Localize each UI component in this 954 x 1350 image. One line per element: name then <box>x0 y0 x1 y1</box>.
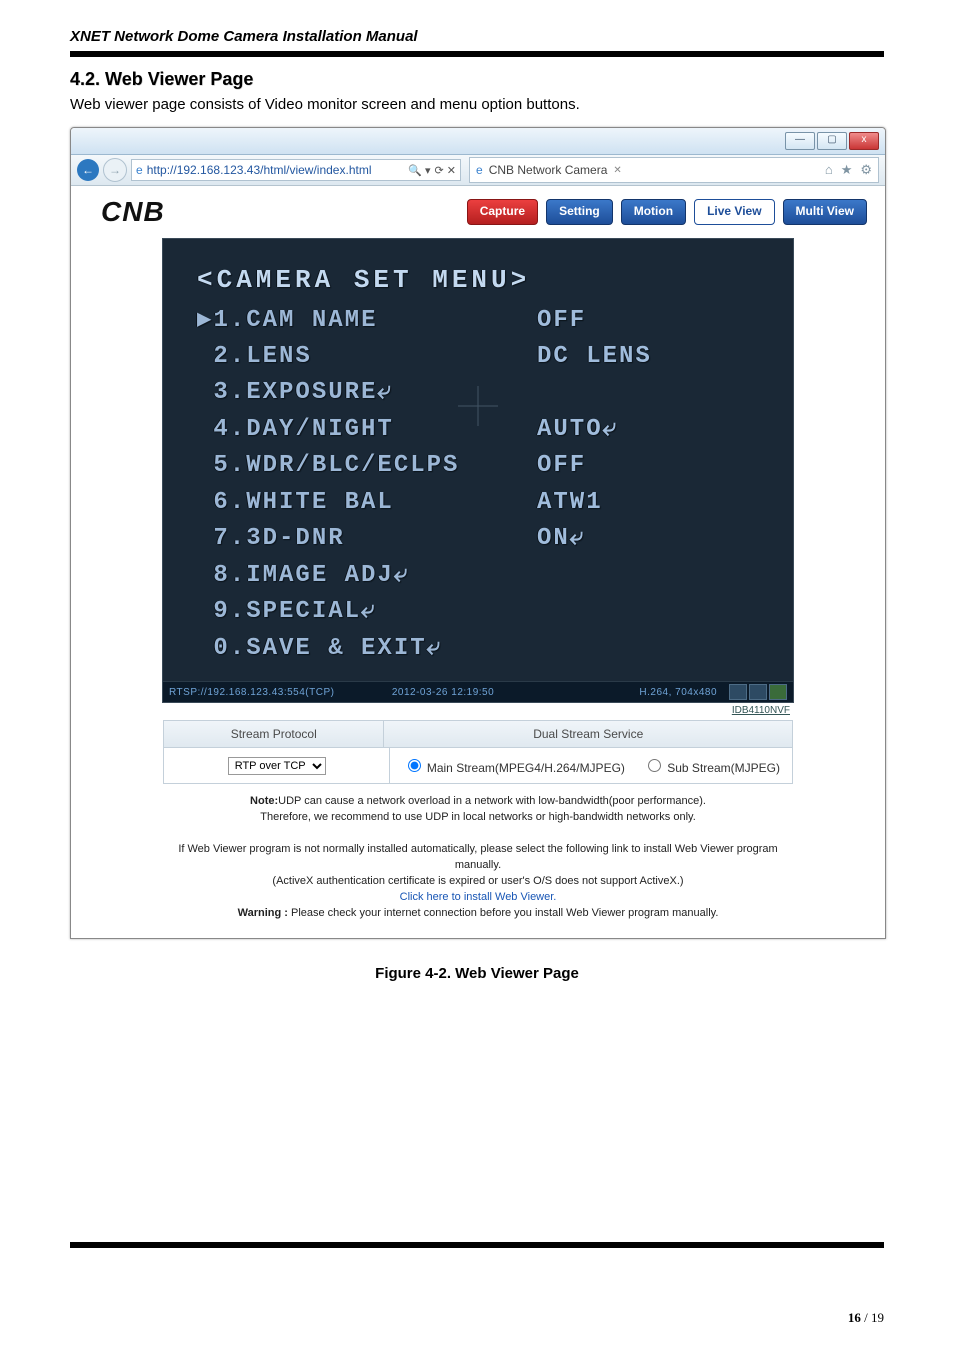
address-url: http://192.168.123.43/html/view/index.ht… <box>147 163 372 177</box>
header-rule <box>70 51 884 57</box>
close-button[interactable]: x <box>849 132 879 150</box>
forward-button[interactable]: → <box>103 158 127 182</box>
status-codec: H.264, 704x480 <box>534 687 723 698</box>
back-button[interactable]: ← <box>77 159 99 181</box>
browser-window: — ▢ x ← → e http://192.168.123.43/html/v… <box>70 127 886 939</box>
browser-tab[interactable]: e CNB Network Camera ✕ ⌂ ★ ⚙ <box>469 157 879 183</box>
live-view-button[interactable]: Live View <box>694 199 774 225</box>
install-link[interactable]: Click here to install Web Viewer. <box>163 890 793 906</box>
osd-row: 0.SAVE & EXIT⤶ <box>197 631 537 667</box>
osd-value: DC LENS <box>537 339 652 375</box>
col-dual-stream: Dual Stream Service <box>384 720 793 748</box>
tools-icon[interactable]: ⚙ <box>860 162 872 178</box>
doc-header: XNET Network Dome Camera Installation Ma… <box>70 28 884 49</box>
osd-row: 2.LENS <box>197 339 537 375</box>
navbar: ← → e http://192.168.123.43/html/view/in… <box>71 155 885 186</box>
status-icon-b[interactable] <box>749 684 767 700</box>
osd-row: 7.3D-DNR <box>197 521 537 557</box>
top-toolbar: Capture Setting Motion Live View Multi V… <box>467 199 867 225</box>
search-glyph: 🔍 ▾ <box>408 164 430 177</box>
osd-row: 9.SPECIAL⤶ <box>197 594 537 630</box>
tab-close-icon[interactable]: ✕ <box>613 165 621 176</box>
osd-value: ATW1 <box>537 485 603 521</box>
video-status-bar: RTSP://192.168.123.43:554(TCP) 2012-03-2… <box>163 681 793 702</box>
minimize-button[interactable]: — <box>785 132 815 150</box>
stream-protocol-select[interactable]: RTP over TCP <box>228 757 326 775</box>
osd-row: 3.EXPOSURE⤶ <box>197 375 537 411</box>
section-title: 4.2. Web Viewer Page <box>70 69 884 90</box>
status-timestamp: 2012-03-26 12:19:50 <box>352 687 535 698</box>
options-panel: Stream Protocol Dual Stream Service RTP … <box>163 720 793 784</box>
osd-value: OFF <box>537 303 586 339</box>
info-notes: Note:UDP can cause a network overload in… <box>163 794 793 922</box>
tab-favicon: e <box>476 163 483 177</box>
brand-logo: CNB <box>101 196 165 228</box>
titlebar: — ▢ x <box>71 128 885 155</box>
osd-row: 8.IMAGE ADJ⤶ <box>197 558 537 594</box>
osd-value: ON⤶ <box>537 521 585 557</box>
capture-button[interactable]: Capture <box>467 199 538 225</box>
tab-title: CNB Network Camera <box>489 163 608 177</box>
multi-view-button[interactable]: Multi View <box>783 199 867 225</box>
main-stream-radio[interactable]: Main Stream(MPEG4/H.264/MJPEG) <box>403 756 625 775</box>
maximize-button[interactable]: ▢ <box>817 132 847 150</box>
setting-button[interactable]: Setting <box>546 199 613 225</box>
osd-row: ▶1.CAM NAME <box>197 303 537 339</box>
osd-row: 6.WHITE BAL <box>197 485 537 521</box>
page-content: CNB Capture Setting Motion Live View Mul… <box>71 186 885 938</box>
globe-icon: e <box>136 163 143 177</box>
status-icon-c[interactable] <box>769 684 787 700</box>
status-icon-a[interactable] <box>729 684 747 700</box>
address-bar[interactable]: e http://192.168.123.43/html/view/index.… <box>131 159 461 181</box>
sub-stream-radio[interactable]: Sub Stream(MJPEG) <box>643 756 780 775</box>
osd-menu: <CAMERA SET MENU> ▶1.CAM NAMEOFF 2.LENSD… <box>163 239 793 681</box>
osd-value: AUTO⤶ <box>537 412 618 448</box>
osd-title: <CAMERA SET MENU> <box>197 261 773 301</box>
home-icon[interactable]: ⌂ <box>825 162 833 178</box>
osd-row: 4.DAY/NIGHT <box>197 412 537 448</box>
video-monitor: <CAMERA SET MENU> ▶1.CAM NAMEOFF 2.LENSD… <box>162 238 794 703</box>
model-label: IDB4110NVF <box>160 703 796 716</box>
refresh-stop-icons[interactable]: ⟳ ✕ <box>435 164 457 177</box>
figure-caption: Figure 4-2. Web Viewer Page <box>70 965 884 982</box>
favorites-icon[interactable]: ★ <box>841 162 853 178</box>
osd-value: OFF <box>537 448 586 484</box>
page-number: 16 / 19 <box>848 1310 884 1326</box>
footer-rule <box>70 1242 884 1248</box>
status-stream-url: RTSP://192.168.123.43:554(TCP) <box>169 687 352 698</box>
osd-row: 5.WDR/BLC/ECLPS <box>197 448 537 484</box>
motion-button[interactable]: Motion <box>621 199 686 225</box>
col-stream-protocol: Stream Protocol <box>163 720 384 748</box>
intro-text: Web viewer page consists of Video monito… <box>70 96 884 113</box>
